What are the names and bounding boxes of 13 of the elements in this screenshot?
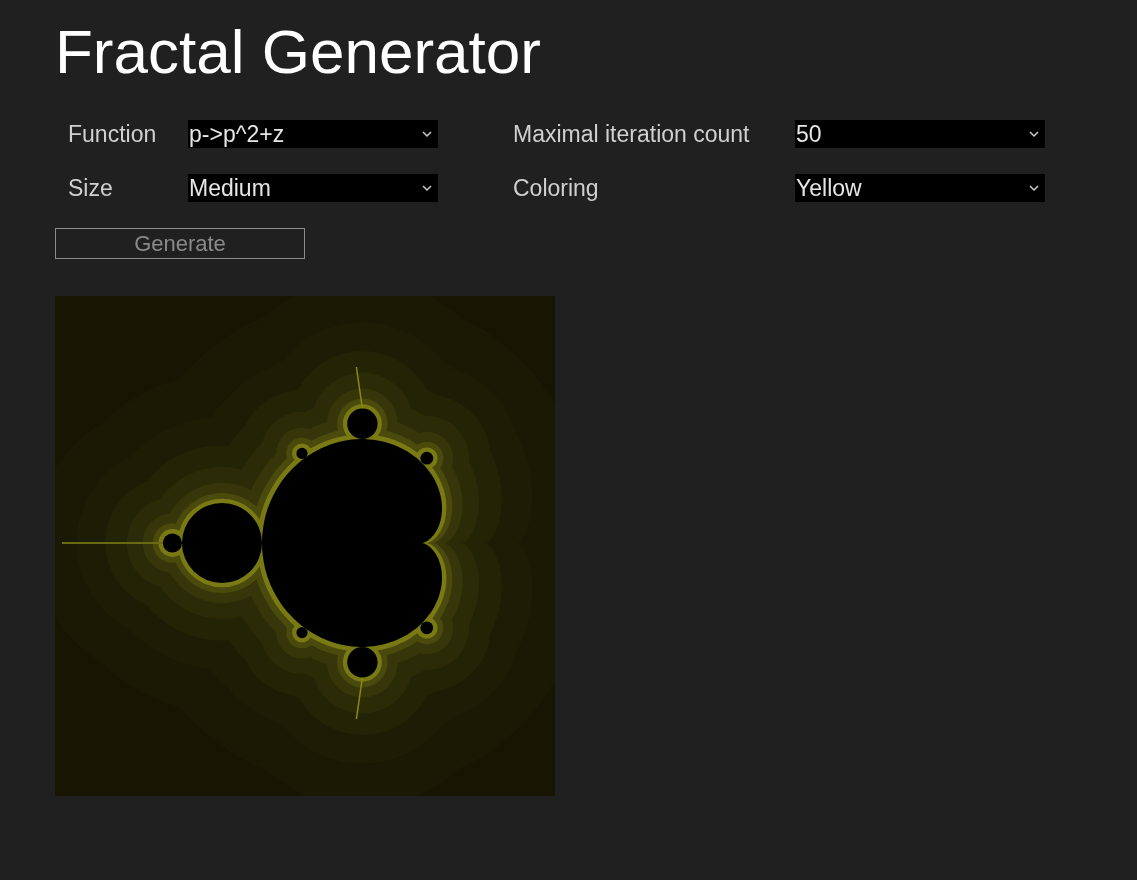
field-label: Coloring [513,174,600,202]
caret-icon [1029,130,1039,138]
caret-icon [422,130,432,138]
dropdown-select[interactable]: Yellow [795,174,1045,203]
dropdown-select[interactable]: 50 [795,120,1045,149]
dropdown-select[interactable]: p->p^2+z [188,120,438,149]
caret-icon [1029,184,1039,192]
field-label: Function [68,120,158,148]
field-label: Maximal iteration count [513,120,751,148]
caret-icon [422,184,432,192]
field-label: Size [68,174,114,202]
dropdown-select[interactable]: Medium [188,174,438,203]
page-title: Fractal Generator [55,18,542,87]
